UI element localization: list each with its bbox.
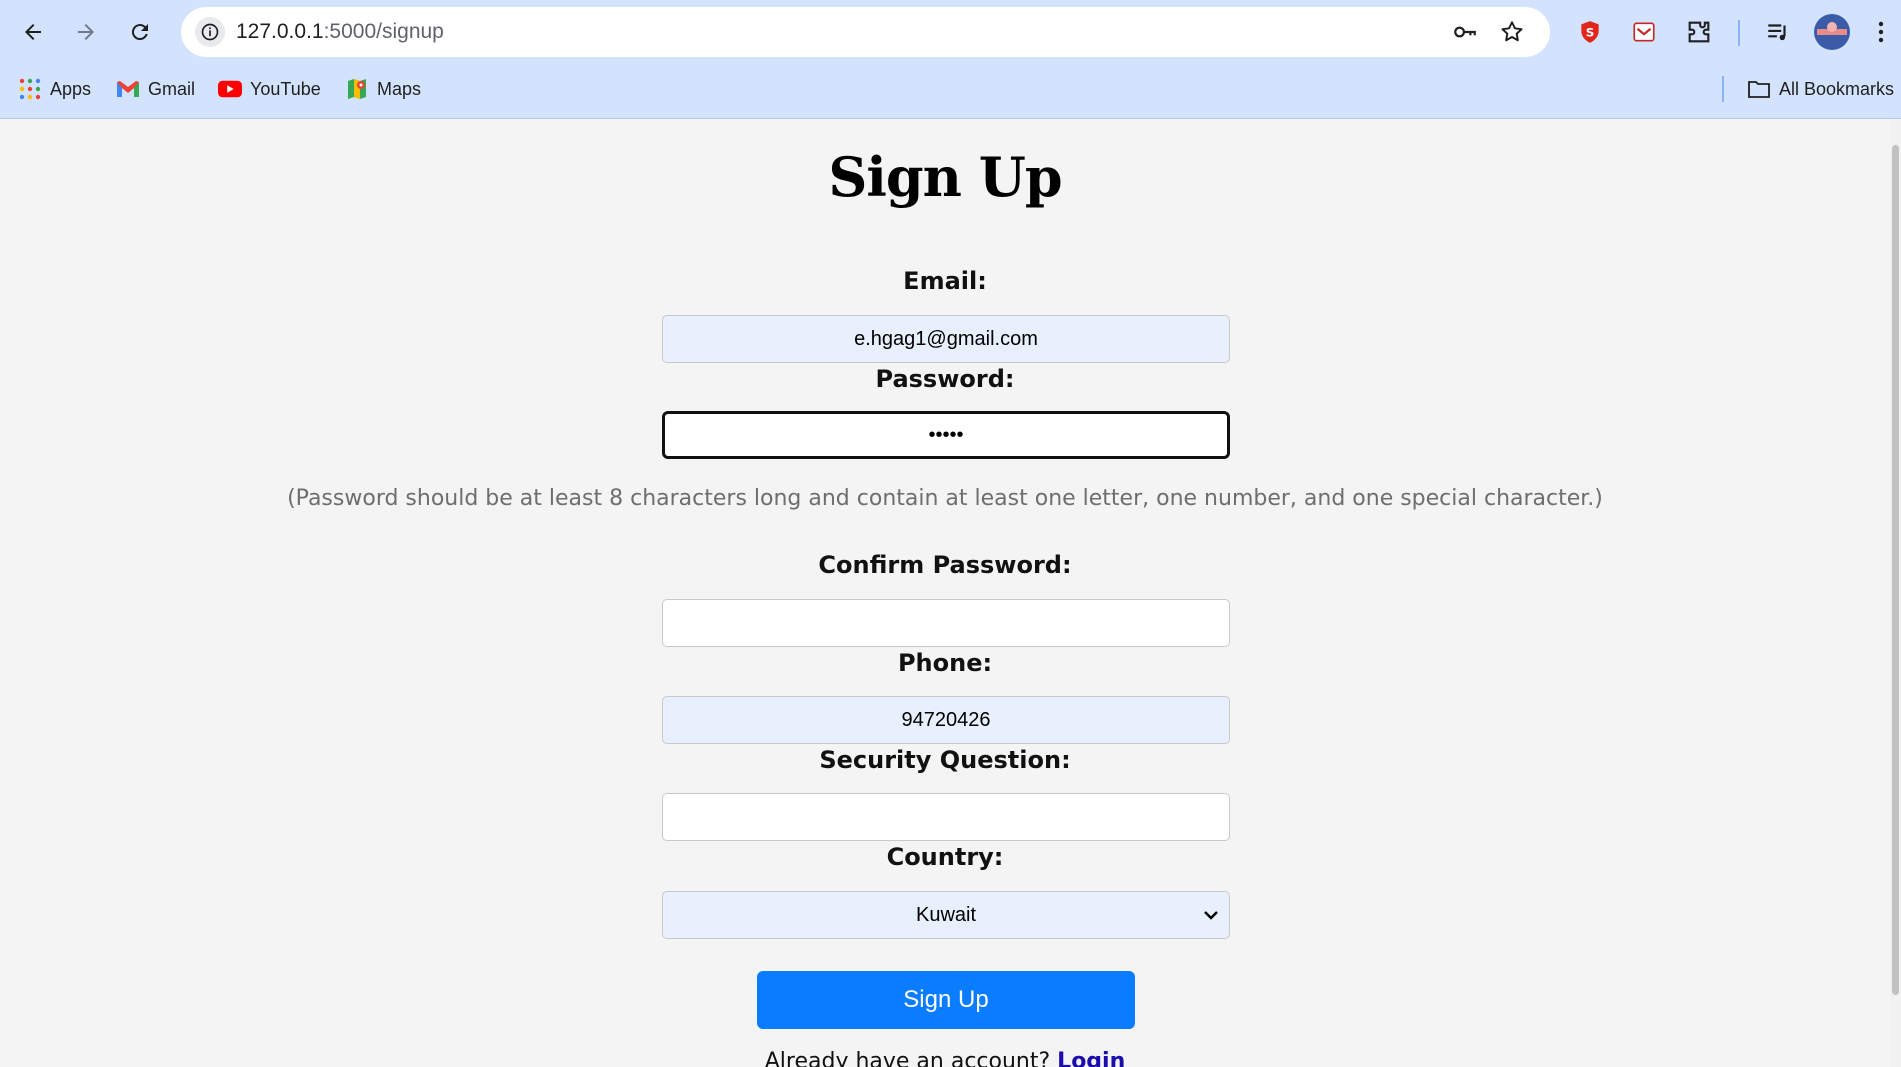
- chevron-down-icon: [1204, 911, 1218, 920]
- bookmark-gmail[interactable]: Gmail: [116, 72, 195, 106]
- bookmark-label: YouTube: [250, 78, 321, 99]
- back-button[interactable]: [11, 10, 55, 54]
- bookmark-label: Apps: [50, 78, 92, 99]
- security-question-field[interactable]: [662, 793, 1230, 841]
- url-host: 127.0.0.1: [236, 20, 324, 43]
- password-field[interactable]: [662, 411, 1230, 459]
- email-label: Email:: [903, 267, 987, 295]
- all-bookmarks-label: All Bookmarks: [1779, 78, 1895, 99]
- mail-extension-icon[interactable]: [1627, 15, 1661, 49]
- url-text[interactable]: 127.0.0.1:5000/signup: [236, 7, 444, 57]
- url-path: :5000/signup: [323, 20, 444, 43]
- login-link[interactable]: Login: [1057, 1049, 1125, 1067]
- scrollbar-thumb[interactable]: [1892, 145, 1899, 995]
- svg-text:S: S: [1586, 25, 1595, 39]
- gmail-icon: [116, 77, 140, 101]
- arrow-left-icon: [25, 24, 41, 40]
- login-prompt: Already have an account? Login: [0, 1049, 1890, 1067]
- login-prompt-text: Already have an account?: [764, 1049, 1051, 1067]
- page-title: Sign Up: [828, 145, 1062, 209]
- confirm-password-label: Confirm Password:: [818, 551, 1072, 579]
- youtube-icon: [218, 77, 242, 101]
- reload-icon: [131, 24, 148, 41]
- bookmark-label: Gmail: [148, 78, 196, 99]
- phone-field[interactable]: [662, 696, 1230, 744]
- address-bar[interactable]: 127.0.0.1:5000/signup: [181, 7, 1550, 57]
- media-queue-icon[interactable]: [1761, 15, 1795, 49]
- page-content: Sign Up Email: Password: (Password shoul…: [0, 119, 1890, 1067]
- arrow-right-icon: [78, 24, 94, 40]
- site-info-icon[interactable]: [195, 17, 225, 47]
- bookmarks-divider: [1722, 76, 1724, 102]
- browser-chrome: 127.0.0.1:5000/signup S Apps Gmail YouTu…: [0, 0, 1901, 119]
- bookmark-label: Maps: [377, 78, 422, 99]
- email-field[interactable]: [662, 315, 1230, 363]
- sign-up-button[interactable]: Sign Up: [757, 971, 1135, 1029]
- reload-button[interactable]: [118, 10, 162, 54]
- folder-icon: [1747, 77, 1771, 101]
- browser-menu-icon[interactable]: [1871, 15, 1891, 49]
- phone-label: Phone:: [897, 649, 993, 677]
- shield-extension-icon[interactable]: S: [1573, 15, 1607, 49]
- bookmarks-bar: Apps Gmail YouTube Maps All Bookmarks: [0, 72, 1901, 106]
- bookmark-youtube[interactable]: YouTube: [218, 72, 321, 106]
- country-label: Country:: [886, 843, 1004, 871]
- page-scrollbar[interactable]: [1890, 119, 1901, 1067]
- bookmark-maps[interactable]: Maps: [345, 72, 421, 106]
- confirm-password-field[interactable]: [662, 599, 1230, 647]
- apps-grid-icon: [18, 77, 42, 101]
- password-hint: (Password should be at least 8 character…: [287, 486, 1603, 511]
- country-selected-value: Kuwait: [915, 903, 977, 926]
- maps-icon: [345, 77, 369, 101]
- password-label: Password:: [875, 365, 1015, 393]
- star-icon[interactable]: [1499, 19, 1525, 45]
- all-bookmarks-button[interactable]: All Bookmarks: [1747, 72, 1894, 106]
- country-select[interactable]: Kuwait: [662, 891, 1230, 939]
- extensions-puzzle-icon[interactable]: [1682, 15, 1716, 49]
- profile-avatar[interactable]: [1814, 14, 1850, 50]
- security-question-label: Security Question:: [819, 746, 1071, 774]
- forward-button[interactable]: [64, 10, 108, 54]
- toolbar-divider: [1738, 20, 1740, 46]
- key-icon[interactable]: [1452, 19, 1478, 45]
- bookmark-apps[interactable]: Apps: [18, 72, 91, 106]
